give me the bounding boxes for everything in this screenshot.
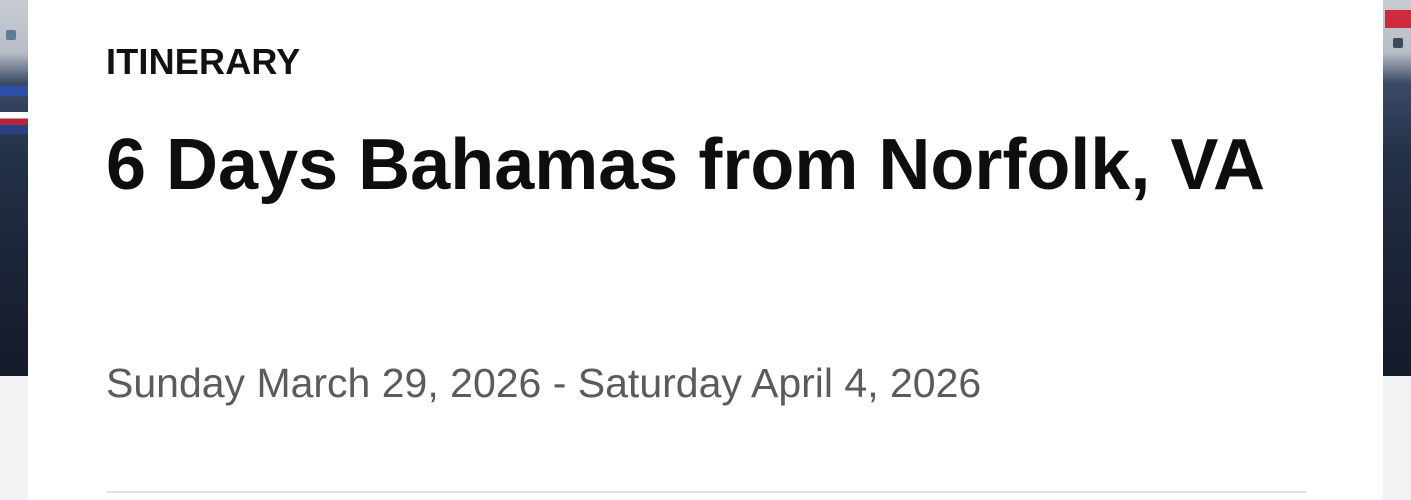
itinerary-card: ITINERARY 6 Days Bahamas from Norfolk, V… <box>28 0 1383 500</box>
hero-detail <box>6 30 16 40</box>
hero-detail <box>0 86 28 96</box>
hero-detail <box>0 112 28 134</box>
section-label: ITINERARY <box>106 41 301 82</box>
hero-detail <box>1385 10 1411 28</box>
divider <box>106 491 1306 493</box>
itinerary-page: ITINERARY 6 Days Bahamas from Norfolk, V… <box>0 0 1411 500</box>
cruise-dates: Sunday March 29, 2026 - Saturday April 4… <box>106 360 982 406</box>
cruise-title: 6 Days Bahamas from Norfolk, VA <box>106 125 1266 205</box>
hero-detail <box>1393 38 1403 48</box>
